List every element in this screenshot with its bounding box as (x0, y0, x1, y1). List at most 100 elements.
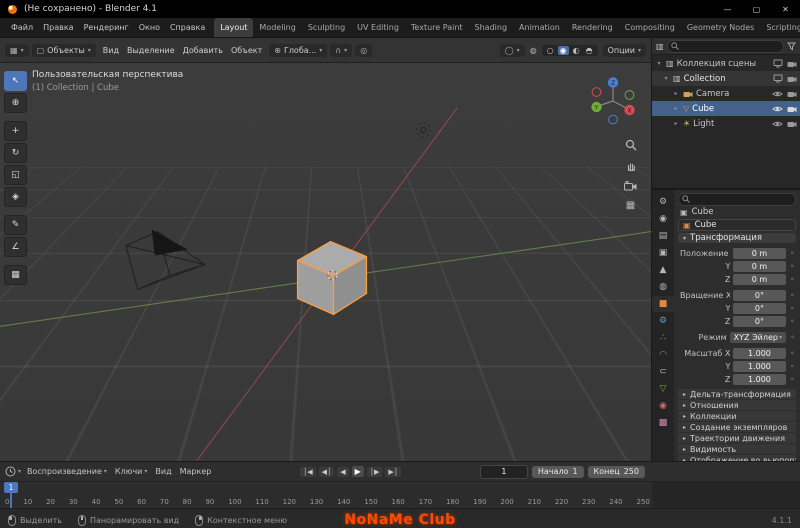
workspace-tab[interactable]: Modeling (253, 18, 301, 37)
xray-toggle-icon[interactable]: ◍ (530, 46, 537, 55)
properties-tab-modifiers[interactable]: ⚙ (652, 313, 674, 329)
workspace-tab[interactable]: Sculpting (302, 18, 351, 37)
properties-tab-texture[interactable]: ▩ (652, 415, 674, 431)
value-field[interactable]: 0° (733, 302, 786, 314)
gizmo-z-negative[interactable] (608, 114, 618, 125)
timeline-menu-item[interactable]: Вид (151, 467, 175, 476)
value-field[interactable]: 1.000 (733, 360, 786, 372)
shading-solid-button[interactable]: ◉ (557, 45, 569, 55)
transform-tool-button[interactable]: ◈ (4, 187, 27, 207)
jump-to-end-button[interactable]: ▶│ (385, 466, 401, 477)
camera-object[interactable] (125, 229, 205, 291)
annotate-tool-button[interactable]: ✎ (4, 215, 27, 235)
value-field[interactable]: 1.000 (733, 373, 786, 385)
jump-to-prev-keyframe-button[interactable]: ◀│ (318, 466, 335, 477)
screen-visibility-icon[interactable] (773, 59, 783, 68)
cube-object[interactable] (296, 240, 368, 316)
current-frame-field[interactable]: 1 (479, 464, 528, 479)
cursor-tool-button[interactable]: ⊕ (4, 93, 27, 113)
properties-tab-tool[interactable]: ⚙ (652, 194, 674, 210)
measure-tool-button[interactable]: ∠ (4, 237, 27, 257)
hide-in-viewport-eye-icon[interactable] (772, 105, 783, 113)
outliner-row-light[interactable]: ▸ ☀ Light (652, 116, 800, 131)
maximize-button[interactable]: ▢ (742, 0, 771, 18)
properties-section-header[interactable]: ▸ Коллекции (678, 411, 796, 421)
outliner-row-collection[interactable]: ▾ ▥ Collection (652, 71, 800, 86)
hide-in-viewport-eye-icon[interactable] (772, 90, 783, 98)
properties-tab-constraints[interactable]: ⊂ (652, 364, 674, 380)
properties-section-header[interactable]: ▸ Видимость (678, 444, 796, 454)
camera-view-icon[interactable] (624, 181, 637, 191)
properties-section-header[interactable]: ▸ Создание экземпляров (678, 422, 796, 432)
frame-end-field[interactable]: Конец 250 (587, 465, 645, 478)
menu-item[interactable]: Окно (134, 18, 165, 37)
editor-type-button[interactable]: ▦ ▾ (5, 43, 29, 57)
render-visibility-camera-icon[interactable] (787, 120, 797, 128)
timeline-editor-icon[interactable] (5, 466, 16, 477)
value-field[interactable]: 1.000 (733, 347, 786, 359)
menu-item[interactable]: Рендеринг (79, 18, 134, 37)
move-tool-button[interactable]: + (4, 121, 27, 141)
timeline-ruler[interactable]: 0 10 20 30 40 50 60 70 80 90 100 110 120 130 140 150 160… (0, 482, 800, 508)
transform-panel-header[interactable]: ▾ Трансформация (678, 233, 796, 243)
interaction-mode-dropdown[interactable]: ▢ Объекты ▾ (31, 43, 96, 57)
properties-breadcrumb[interactable]: ▣ Cube (678, 207, 796, 217)
outliner-row-scene-collection[interactable]: ▾ ▥ Коллекция сцены (652, 56, 800, 71)
workspace-tab[interactable]: Layout (214, 18, 254, 37)
menu-item[interactable]: Файл (6, 18, 38, 37)
expand-icon[interactable]: ▸ (672, 105, 680, 112)
workspace-tab[interactable]: UV Editing (351, 18, 405, 37)
close-button[interactable]: ✕ (771, 0, 800, 18)
expand-icon[interactable]: ▸ (672, 120, 680, 127)
properties-tab-render[interactable]: ◉ (652, 211, 674, 227)
timeline-menu-item[interactable]: Маркер (176, 467, 216, 476)
menu-item[interactable]: Справка (165, 18, 210, 37)
viewport-menu-item[interactable]: Выделение (123, 46, 179, 55)
outliner-row-camera[interactable]: ▸ Camera (652, 86, 800, 101)
workspace-tab[interactable]: Compositing (619, 18, 681, 37)
render-visibility-camera-icon[interactable] (787, 90, 797, 98)
play-button[interactable]: ▶ (351, 466, 364, 477)
viewport-menu-item[interactable]: Вид (99, 46, 123, 55)
gizmo-y-negative[interactable] (624, 90, 635, 100)
render-visibility-camera-icon[interactable] (787, 75, 797, 83)
properties-section-header[interactable]: ▸ Траектории движения (678, 433, 796, 443)
frame-start-field[interactable]: Начало 1 (531, 465, 584, 478)
select-box-tool-button[interactable]: ↖ (4, 71, 27, 91)
properties-tab-output[interactable]: ▤ (652, 228, 674, 244)
properties-tab-material[interactable]: ◉ (652, 398, 674, 414)
jump-to-start-button[interactable]: │◀ (300, 466, 316, 477)
properties-tab-object-data[interactable]: ▽ (652, 381, 674, 397)
workspace-tab[interactable]: Animation (513, 18, 566, 37)
expand-icon[interactable]: ▸ (672, 90, 680, 97)
play-reverse-button[interactable]: ◀ (337, 466, 349, 477)
zoom-icon[interactable] (625, 139, 637, 151)
properties-tab-view-layer[interactable]: ▣ (652, 245, 674, 261)
render-visibility-camera-icon[interactable] (787, 105, 797, 113)
shading-material-button[interactable]: ◐ (571, 46, 582, 55)
3d-viewport[interactable]: Пользовательская перспектива (1) Collect… (0, 63, 651, 461)
screen-visibility-icon[interactable] (773, 74, 783, 83)
snapping-button[interactable]: ∩ ▾ (330, 43, 353, 57)
properties-tab-world[interactable]: ◍ (652, 279, 674, 295)
value-field[interactable]: 0 m (733, 273, 786, 285)
timeline-menu-item[interactable]: Ключи ▾ (111, 467, 151, 476)
properties-tab-particles[interactable]: ∴ (652, 330, 674, 346)
timeline-menu-item[interactable]: Воспроизведение ▾ (23, 467, 111, 476)
properties-section-header[interactable]: ▸ Отношения (678, 400, 796, 410)
workspace-tab[interactable]: Shading (469, 18, 514, 37)
workspace-tab[interactable]: Texture Paint (405, 18, 469, 37)
navigation-gizmo[interactable]: Z X Y (585, 73, 641, 129)
transform-orientation-dropdown[interactable]: ⊕ Глоба... ▾ (269, 43, 328, 57)
toggle-perspective-icon[interactable]: ▦ (626, 200, 635, 211)
properties-section-header[interactable]: ▸ Дельта-трансформация (678, 389, 796, 399)
playhead[interactable]: 1 (4, 482, 18, 508)
properties-search-input[interactable] (678, 192, 796, 206)
workspace-tab[interactable]: Geometry Nodes (681, 18, 760, 37)
value-field[interactable]: 0 m (733, 260, 786, 272)
properties-tab-object[interactable]: ■ (652, 296, 674, 312)
proportional-edit-button[interactable]: ◎ (355, 43, 373, 57)
light-object[interactable] (415, 122, 431, 138)
options-dropdown[interactable]: Опции ▾ (602, 43, 646, 57)
properties-section-header[interactable]: ▸ Отображение во вьюпорте (678, 455, 796, 461)
